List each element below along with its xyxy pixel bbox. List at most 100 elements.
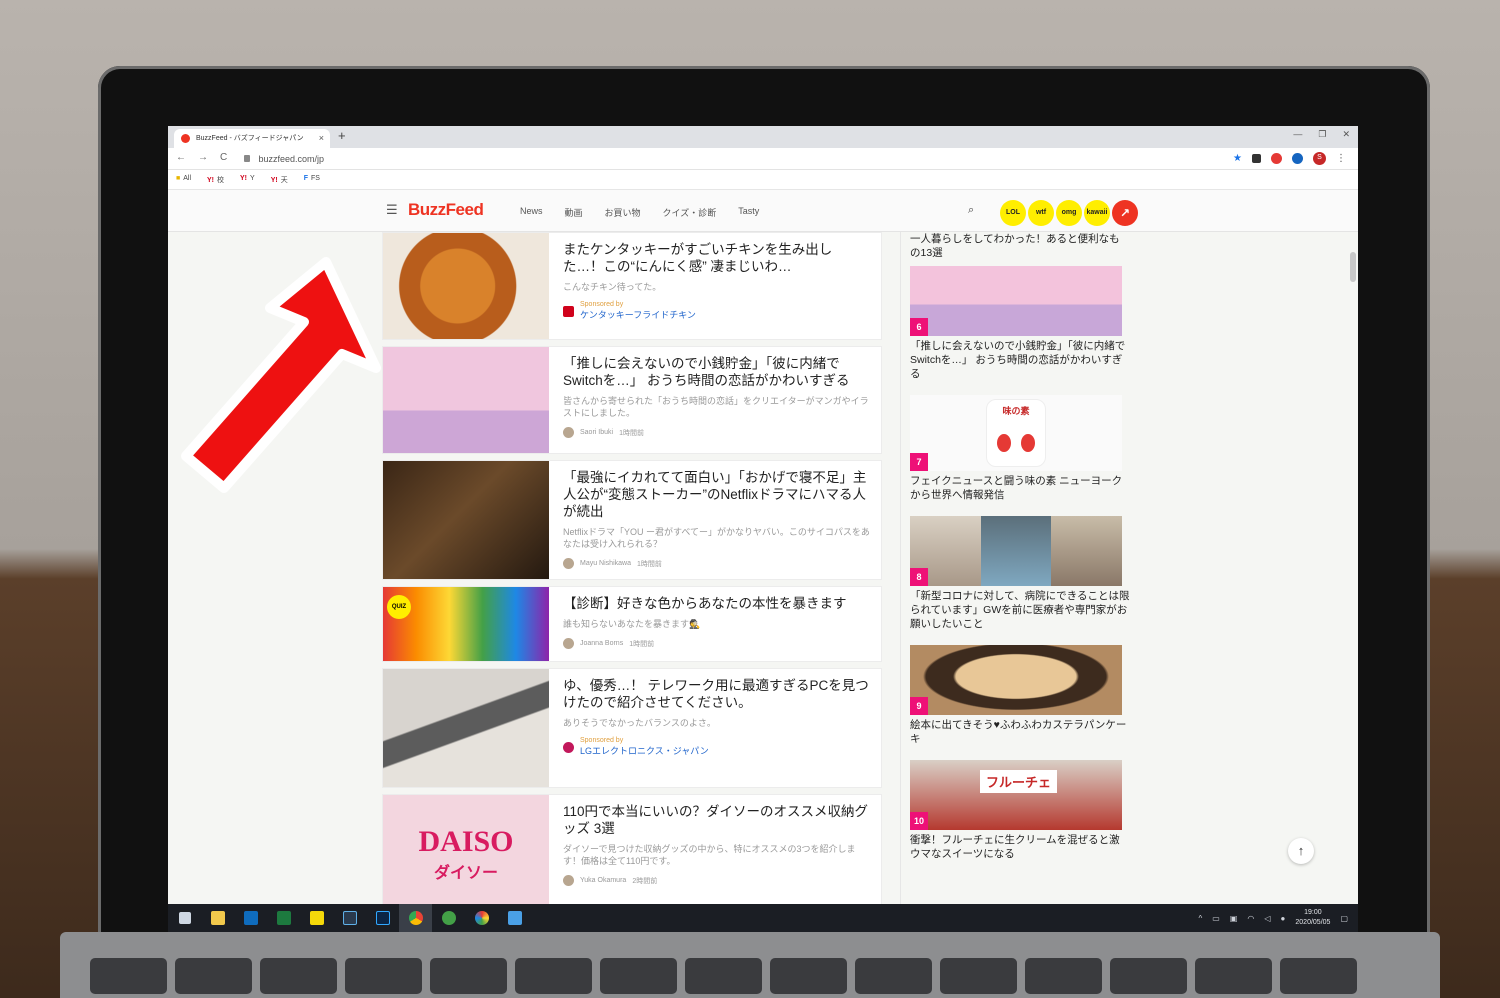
- nav-tasty[interactable]: Tasty: [738, 206, 759, 219]
- start-windows-icon[interactable]: [168, 904, 201, 932]
- sponsor-name[interactable]: ケンタッキーフライドチキン: [580, 308, 696, 321]
- bookmark-item[interactable]: ■ All: [176, 175, 191, 185]
- keyboard-icon[interactable]: ▭: [1212, 914, 1220, 923]
- layers-extension-icon[interactable]: [1252, 154, 1261, 163]
- bookmark-item[interactable]: Y! Y: [240, 175, 255, 185]
- trending-title[interactable]: 「推しに会えないので小銭貯金」「彼に内緒でSwitchを…」 おうち時間の恋話が…: [910, 339, 1130, 381]
- scrollbar-thumb[interactable]: [1350, 252, 1356, 282]
- pinwheel-app-icon[interactable]: [465, 904, 498, 932]
- author-name[interactable]: Saori Ibuki: [580, 429, 613, 436]
- article-card[interactable]: 「推しに会えないので小銭貯金」「彼に内緒でSwitchを…」 おうち時間の恋話が…: [382, 346, 882, 454]
- bookmark-star-icon[interactable]: ★: [1233, 153, 1242, 164]
- badge-omg[interactable]: omg: [1056, 200, 1082, 226]
- f-icon: F: [303, 175, 308, 182]
- badge-kawaii[interactable]: kawaii: [1084, 200, 1110, 226]
- tray-arrow-icon[interactable]: ^: [1199, 914, 1203, 923]
- article-title[interactable]: ゆ、優秀…！ テレワーク用に最適すぎるPCを見つけたので紹介させてください。: [563, 677, 871, 711]
- photoshop-icon[interactable]: [366, 904, 399, 932]
- post-time: 2時間前: [632, 877, 658, 885]
- close-window-icon[interactable]: ✕: [1342, 129, 1350, 140]
- bookmark-item[interactable]: Y! 天: [271, 175, 288, 185]
- menu-kebab-icon[interactable]: ⋮: [1336, 153, 1346, 164]
- tab-title: BuzzFeed - バズフィードジャパン: [196, 135, 304, 142]
- buzzfeed-logo[interactable]: BuzzFeed: [408, 200, 484, 220]
- nav-quiz[interactable]: クイズ・診断: [663, 206, 717, 219]
- article-title[interactable]: またケンタッキーがすごいチキンを生み出した…！この“にんにく感” 凄まじいわ…: [563, 241, 871, 275]
- article-title[interactable]: 【診断】好きな色からあなたの本性を暴きます: [563, 595, 871, 612]
- article-card[interactable]: DAISO ダイソー 110円で本当にいいの？ダイソーのオススメ収納グッズ 3選…: [382, 794, 882, 914]
- nav-video[interactable]: 動画: [565, 206, 583, 219]
- article-title[interactable]: 「最強にイカれてて面白い」「おかげで寝不足」主人公が“変態ストーカー”のNetf…: [563, 469, 871, 520]
- trending-item[interactable]: 9 絵本に出てきそう♥ふわふわカステラパンケーキ: [910, 645, 1130, 746]
- volume-icon[interactable]: ◁: [1264, 914, 1270, 923]
- chrome-icon[interactable]: [399, 904, 432, 932]
- trending-title[interactable]: 衝撃！フルーチェに生クリームを混ぜると激ウマなスイーツになる: [910, 833, 1130, 861]
- author-name[interactable]: Mayu Nishikawa: [580, 560, 631, 567]
- trending-title[interactable]: 絵本に出てきそう♥ふわふわカステラパンケーキ: [910, 718, 1130, 746]
- bookmark-item[interactable]: F FS: [304, 175, 320, 185]
- trending-item[interactable]: フルーチェ 10 衝撃！フルーチェに生クリームを混ぜると激ウマなスイーツになる: [910, 760, 1130, 861]
- search-icon[interactable]: ⌕: [968, 204, 974, 217]
- article-desc: こんなチキン待ってた。: [563, 282, 662, 292]
- key: [855, 958, 932, 994]
- clock-time: 19:00: [1304, 909, 1322, 916]
- article-desc: ダイソーで見つけた収納グッズの中から、特にオススメの3つを紹介します！価格は全て…: [563, 844, 856, 866]
- lg-logo-icon: [563, 741, 574, 753]
- url-field[interactable]: buzzfeed.com/jp: [244, 154, 324, 164]
- trending-title[interactable]: 「新型コロナに対して、病院にできることは限られています」GWを前に医療者や専門家…: [910, 589, 1130, 631]
- wifi-icon[interactable]: ◠: [1247, 914, 1254, 923]
- key: [685, 958, 762, 994]
- display-icon[interactable]: ▣: [1230, 914, 1238, 923]
- article-card[interactable]: またケンタッキーがすごいチキンを生み出した…！この“にんにく感” 凄まじいわ… …: [382, 232, 882, 340]
- trending-item[interactable]: 8 「新型コロナに対して、病院にできることは限られています」GWを前に医療者や専…: [910, 516, 1130, 631]
- author-name[interactable]: Yuka Okamura: [580, 877, 626, 884]
- trending-icon[interactable]: ↗: [1112, 200, 1138, 226]
- new-tab-button[interactable]: +: [338, 128, 346, 143]
- trending-item[interactable]: 6 「推しに会えないので小銭貯金」「彼に内緒でSwitchを…」 おうち時間の恋…: [910, 266, 1130, 381]
- lock-icon: [244, 155, 250, 162]
- nav-shopping[interactable]: お買い物: [605, 206, 641, 219]
- extra-app-icon[interactable]: [498, 904, 531, 932]
- outlook-icon[interactable]: [234, 904, 267, 932]
- excel-icon[interactable]: [267, 904, 300, 932]
- article-title[interactable]: 110円で本当にいいの？ダイソーのオススメ収納グッズ 3選: [563, 803, 871, 837]
- yahoo-icon: Y!: [240, 175, 248, 182]
- article-card[interactable]: ゆ、優秀…！ テレワーク用に最適すぎるPCを見つけたので紹介させてください。 あ…: [382, 668, 882, 788]
- clock[interactable]: 19:00 2020/05/05: [1295, 908, 1330, 928]
- file-explorer-icon[interactable]: [201, 904, 234, 932]
- notifications-icon[interactable]: ▢: [1340, 914, 1348, 923]
- sidebar-top-title[interactable]: 一人暮らしをしてわかった！あると便利なもの13選: [910, 232, 1130, 260]
- key: [175, 958, 252, 994]
- minimize-icon[interactable]: —: [1293, 129, 1302, 140]
- reload-icon[interactable]: C: [220, 152, 227, 163]
- bookmark-item[interactable]: Y! 校: [207, 175, 224, 185]
- article-desc: ありそうでなかったバランスのよさ。: [563, 718, 716, 728]
- key: [1110, 958, 1187, 994]
- trending-title[interactable]: フェイクニュースと闘う味の素 ニューヨークから世界へ情報発信: [910, 474, 1130, 502]
- trending-item[interactable]: 味の素 7 フェイクニュースと闘う味の素 ニューヨークから世界へ情報発信: [910, 395, 1130, 502]
- badge-wtf[interactable]: wtf: [1028, 200, 1054, 226]
- article-card[interactable]: QUIZ 【診断】好きな色からあなたの本性を暴きます 誰も知らないあなたを暴きま…: [382, 586, 882, 662]
- article-title[interactable]: 「推しに会えないので小銭貯金」「彼に内緒でSwitchを…」 おうち時間の恋話が…: [563, 355, 871, 389]
- maps-app-icon[interactable]: [432, 904, 465, 932]
- profile-avatar[interactable]: S: [1313, 152, 1326, 165]
- back-icon[interactable]: ←: [176, 152, 186, 163]
- browser-tab[interactable]: BuzzFeed - バズフィードジャパン ×: [174, 129, 330, 148]
- sponsor-name[interactable]: LGエレクトロニクス・ジャパン: [580, 744, 709, 757]
- key: [260, 958, 337, 994]
- forward-icon[interactable]: →: [198, 152, 208, 163]
- nav-news[interactable]: News: [520, 206, 543, 219]
- article-card[interactable]: 「最強にイカれてて面白い」「おかげで寝不足」主人公が“変態ストーカー”のNetf…: [382, 460, 882, 580]
- maximize-icon[interactable]: ❐: [1318, 129, 1326, 140]
- red-extension-icon[interactable]: [1271, 153, 1282, 164]
- scroll-top-button[interactable]: ↑: [1288, 838, 1314, 864]
- ime-icon[interactable]: ●: [1281, 914, 1286, 923]
- badge-lol[interactable]: LOL: [1000, 200, 1026, 226]
- author-name[interactable]: Joanna Borns: [580, 640, 623, 647]
- blue-extension-icon[interactable]: [1292, 153, 1303, 164]
- close-tab-icon[interactable]: ×: [319, 129, 324, 148]
- sticky-notes-icon[interactable]: [300, 904, 333, 932]
- hamburger-menu-icon[interactable]: ☰: [386, 202, 398, 218]
- laptop-thumbnail: [383, 669, 549, 787]
- lightroom-icon[interactable]: [333, 904, 366, 932]
